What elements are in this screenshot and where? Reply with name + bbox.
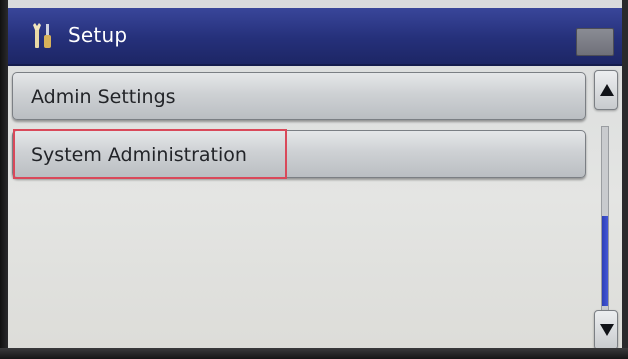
- screen-bezel-right: [622, 0, 628, 359]
- scroll-up-button[interactable]: [594, 70, 618, 110]
- scrollbar[interactable]: [594, 70, 618, 352]
- printer-panel-screen: Setup Admin Settings System Administrati…: [0, 0, 628, 359]
- screen-bezel-left: [0, 0, 8, 359]
- arrow-up-icon: [600, 84, 614, 96]
- scroll-thumb[interactable]: [602, 216, 608, 306]
- page-title: Setup: [68, 23, 128, 47]
- menu-item-label: System Administration: [31, 144, 247, 166]
- menu-item-label: Admin Settings: [31, 86, 176, 108]
- tools-icon: [33, 23, 51, 48]
- screen-bezel-bottom: [0, 348, 628, 359]
- menu-item-admin-settings[interactable]: Admin Settings: [12, 72, 586, 120]
- arrow-down-icon: [600, 324, 614, 336]
- header-bar: Setup: [8, 8, 622, 66]
- scroll-down-button[interactable]: [594, 310, 618, 350]
- header-option-button[interactable]: [576, 28, 614, 56]
- menu-item-system-administration[interactable]: System Administration: [12, 129, 586, 179]
